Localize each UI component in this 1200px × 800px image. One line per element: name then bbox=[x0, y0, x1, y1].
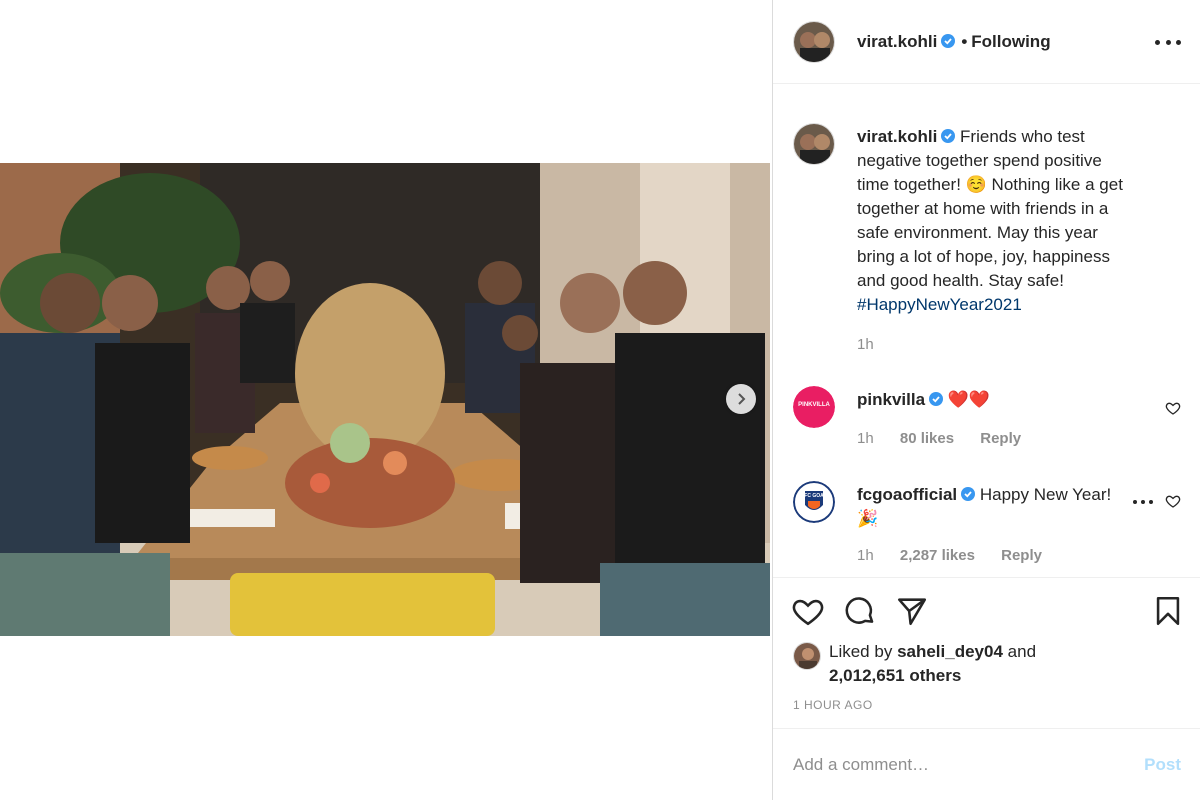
action-bar: Liked by saheli_dey04 and 2,012,651 othe… bbox=[773, 577, 1200, 727]
next-photo-button[interactable] bbox=[726, 384, 756, 414]
heart-icon[interactable] bbox=[1165, 400, 1181, 416]
comment-reply-button[interactable]: Reply bbox=[1001, 547, 1042, 564]
comments-section: virat.kohli Friends who test negative to… bbox=[773, 85, 1200, 575]
liked-by-others[interactable]: 2,012,651 others bbox=[829, 666, 961, 685]
post-photo[interactable] bbox=[0, 163, 770, 636]
dinner-party-photo bbox=[0, 163, 770, 636]
caption-body: virat.kohli Friends who test negative to… bbox=[857, 125, 1137, 317]
liked-by-prefix: Liked by bbox=[829, 642, 893, 661]
chevron-right-icon bbox=[738, 393, 746, 405]
comment-age[interactable]: 1h bbox=[857, 547, 874, 564]
comment-age[interactable]: 1h bbox=[857, 430, 874, 447]
header-user-line: virat.kohli • Following bbox=[857, 32, 1051, 52]
comment-username[interactable]: pinkvilla bbox=[857, 390, 925, 409]
pinkvilla-avatar-text: PINKVILLA bbox=[798, 402, 830, 408]
caption-avatar[interactable] bbox=[793, 123, 835, 165]
paper-plane-icon[interactable] bbox=[895, 594, 929, 628]
author-avatar-image bbox=[794, 22, 834, 62]
comment-input[interactable] bbox=[793, 751, 1113, 779]
comment-meta: 1h 80 likes Reply bbox=[857, 430, 1021, 447]
fcgoa-avatar[interactable]: FC GOA bbox=[793, 481, 835, 523]
liked-by-conjunction: and bbox=[1007, 642, 1037, 661]
caption-avatar-image bbox=[794, 124, 834, 164]
caption-meta: 1h bbox=[857, 336, 874, 353]
fcgoa-avatar-image bbox=[793, 481, 835, 523]
verified-badge-icon bbox=[941, 129, 956, 143]
heart-icon[interactable] bbox=[791, 594, 825, 628]
caption-age[interactable]: 1h bbox=[857, 336, 874, 353]
media-pane bbox=[0, 0, 772, 800]
fcgoa-avatar-text: FC GOA bbox=[804, 493, 824, 499]
verified-badge-icon bbox=[961, 487, 976, 501]
more-options-icon[interactable] bbox=[1155, 34, 1181, 50]
verified-badge-icon bbox=[929, 392, 944, 406]
comment-bubble-icon[interactable] bbox=[843, 594, 877, 628]
comment-more-options-icon[interactable] bbox=[1133, 499, 1153, 505]
comment-item: PINKVILLA pinkvilla ❤️❤️ 1h 80 likes Rep… bbox=[793, 386, 1193, 456]
comment-meta: 1h 2,287 likes Reply bbox=[857, 547, 1042, 564]
comment-reply-button[interactable]: Reply bbox=[980, 430, 1021, 447]
comment-body: fcgoaofficial Happy New Year! 🎉 bbox=[857, 483, 1137, 531]
heart-icon[interactable] bbox=[1165, 493, 1181, 509]
post-timestamp[interactable]: 1 HOUR AGO bbox=[793, 698, 873, 712]
pinkvilla-avatar[interactable]: PINKVILLA bbox=[793, 386, 835, 428]
comment-likes[interactable]: 80 likes bbox=[900, 430, 954, 447]
following-separator: • bbox=[961, 32, 968, 51]
bookmark-icon[interactable] bbox=[1151, 594, 1185, 628]
following-button[interactable]: Following bbox=[971, 32, 1050, 51]
liker-avatar-image bbox=[794, 643, 820, 669]
liked-by-user[interactable]: saheli_dey04 bbox=[897, 642, 1003, 661]
comment-box: Post bbox=[773, 728, 1200, 800]
comment-likes[interactable]: 2,287 likes bbox=[900, 547, 975, 564]
author-avatar[interactable] bbox=[793, 21, 835, 63]
author-username[interactable]: virat.kohli bbox=[857, 32, 937, 51]
comment-username[interactable]: fcgoaofficial bbox=[857, 485, 957, 504]
comment-item: FC GOA fcgoaofficial Happy New Year! 🎉 1… bbox=[793, 481, 1193, 571]
liker-avatar[interactable] bbox=[793, 642, 821, 670]
comment-text: ❤️❤️ bbox=[947, 390, 991, 409]
caption-text: Friends who test negative together spend… bbox=[857, 127, 1123, 290]
hashtag-link[interactable]: #HappyNewYear2021 bbox=[857, 295, 1022, 314]
post-header: virat.kohli • Following bbox=[773, 0, 1200, 84]
verified-badge-icon bbox=[941, 34, 956, 48]
comment-body: pinkvilla ❤️❤️ bbox=[857, 388, 1137, 412]
caption: virat.kohli Friends who test negative to… bbox=[793, 123, 1193, 353]
caption-username[interactable]: virat.kohli bbox=[857, 127, 937, 146]
post-comment-button[interactable]: Post bbox=[1144, 755, 1181, 775]
post-sidebar: virat.kohli • Following virat.kohli Friend… bbox=[772, 0, 1200, 800]
likes-text: Liked by saheli_dey04 and 2,012,651 othe… bbox=[829, 640, 1189, 688]
